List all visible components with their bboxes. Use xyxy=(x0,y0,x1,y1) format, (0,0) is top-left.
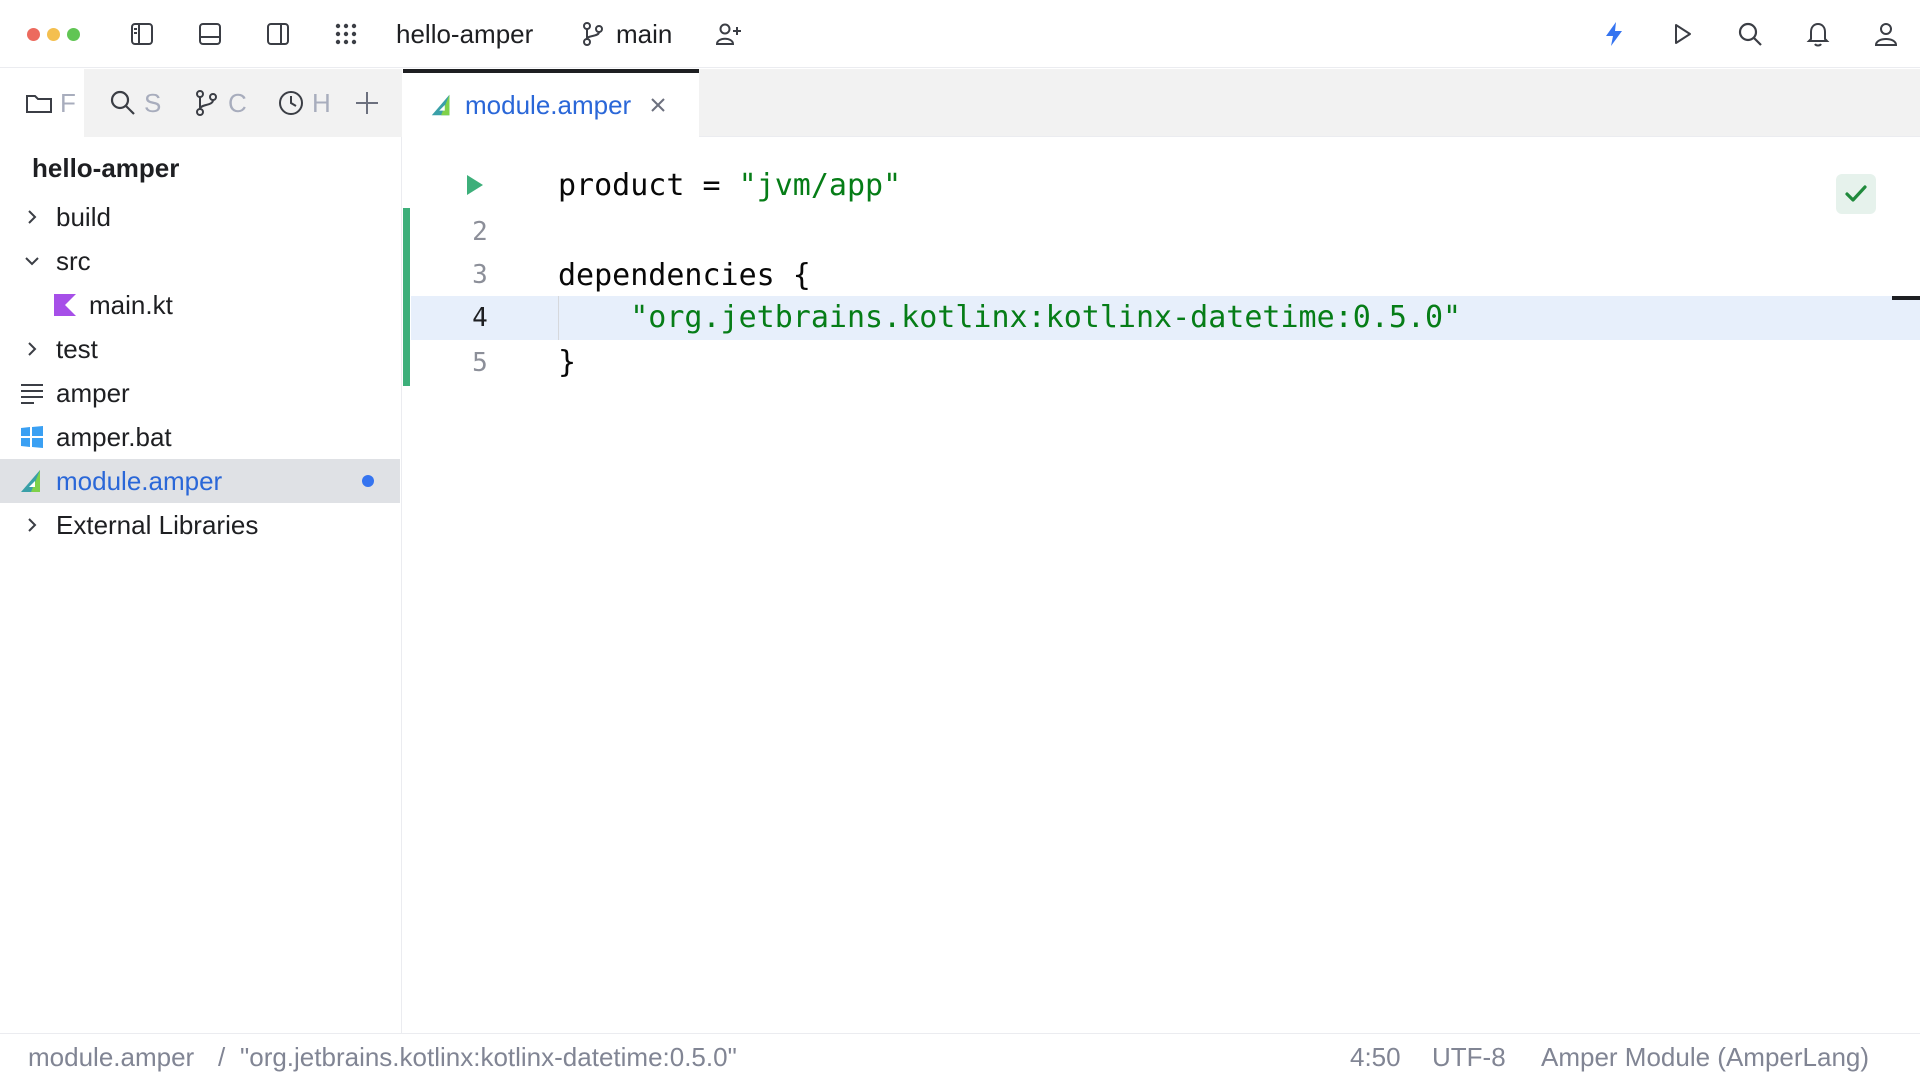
tree-item-label: build xyxy=(56,201,111,232)
code-line-3[interactable]: dependencies { xyxy=(558,254,811,298)
tree-item-label: test xyxy=(56,333,98,364)
tool-window-tabs: F S C H xyxy=(0,69,402,137)
tool-tab-label: H xyxy=(312,87,331,118)
code-string: "jvm/app" xyxy=(738,168,902,203)
window-close-button[interactable] xyxy=(27,28,40,41)
tool-tab-project[interactable]: F xyxy=(24,86,78,120)
modified-indicator-dot xyxy=(362,475,374,487)
code-line-1[interactable]: product = "jvm/app" xyxy=(558,164,901,208)
window-minimize-button[interactable] xyxy=(47,28,60,41)
toggle-right-panel-icon[interactable] xyxy=(260,16,296,52)
project-name[interactable]: hello-amper xyxy=(396,18,533,50)
amper-file-icon xyxy=(21,470,40,492)
breadcrumb-separator: / xyxy=(218,1042,226,1072)
code-key: product = xyxy=(558,168,739,203)
editor-tab-bar: module.amper xyxy=(403,69,1920,137)
git-branch-icon xyxy=(196,90,217,116)
tree-item-build[interactable]: build xyxy=(0,195,400,239)
chevron-right-icon[interactable] xyxy=(21,206,43,228)
file-type[interactable]: Amper Module (AmperLang) xyxy=(1541,1042,1869,1072)
tree-item-module-amper[interactable]: module.amper xyxy=(0,459,400,503)
tool-tab-search[interactable]: S xyxy=(108,86,164,120)
run-gutter-icon[interactable] xyxy=(459,170,489,200)
tree-item-main-kt[interactable]: main.kt xyxy=(0,283,400,327)
tool-tab-history[interactable]: H xyxy=(276,86,332,120)
folder-icon xyxy=(26,95,52,113)
editor-tab-label: module.amper xyxy=(465,89,632,120)
run-icon[interactable] xyxy=(1664,16,1700,52)
line-number: 3 xyxy=(472,260,488,290)
tree-item-label: amper.bat xyxy=(56,421,172,452)
tree-item-label: External Libraries xyxy=(56,509,259,540)
tree-item-label: amper xyxy=(56,377,130,408)
tree-item-src[interactable]: src xyxy=(0,239,400,283)
toggle-bottom-panel-icon[interactable] xyxy=(192,16,228,52)
chevron-right-icon[interactable] xyxy=(21,338,43,360)
branch-name[interactable]: main xyxy=(616,18,672,50)
tree-item-label: src xyxy=(56,245,91,276)
tree-item-external-libraries[interactable]: External Libraries xyxy=(0,503,400,547)
text-file-icon xyxy=(21,384,43,404)
notifications-bell-icon[interactable] xyxy=(1800,16,1836,52)
caret-position[interactable]: 4:50 xyxy=(1350,1042,1401,1072)
search-icon xyxy=(110,90,135,115)
clock-icon xyxy=(279,91,303,115)
git-branch-icon xyxy=(575,16,611,52)
windows-file-icon xyxy=(21,426,43,448)
kotlin-file-icon xyxy=(54,294,76,316)
add-tool-tab-button[interactable] xyxy=(352,86,386,120)
tree-item-amper-bat[interactable]: amper.bat xyxy=(0,415,400,459)
apps-grid-icon[interactable] xyxy=(328,16,364,52)
code-line-4[interactable]: "org.jetbrains.kotlinx:kotlinx-datetime:… xyxy=(558,296,1461,340)
vcs-change-marker[interactable] xyxy=(403,208,410,386)
tool-tab-label: S xyxy=(144,87,162,118)
editor-tab-module-amper[interactable]: module.amper xyxy=(403,69,699,137)
close-icon[interactable] xyxy=(647,94,669,116)
project-tree: hello-amper build src main.kt test amper… xyxy=(0,137,402,1033)
window-maximize-button[interactable] xyxy=(67,28,80,41)
add-collaborator-icon[interactable] xyxy=(710,16,746,52)
file-encoding[interactable]: UTF-8 xyxy=(1432,1042,1506,1072)
title-bar: hello-amper main xyxy=(0,0,1920,68)
code-string: "org.jetbrains.kotlinx:kotlinx-datetime:… xyxy=(630,300,1462,335)
amper-file-icon xyxy=(431,94,450,116)
plus-icon xyxy=(356,92,378,114)
tree-item-test[interactable]: test xyxy=(0,327,400,371)
tree-item-label: main.kt xyxy=(89,289,173,320)
code-editor[interactable]: 2 3 4 5 product = "jvm/app" dependencies… xyxy=(403,138,1920,1033)
tree-item-amper[interactable]: amper xyxy=(0,371,400,415)
tool-tab-commit[interactable]: C xyxy=(192,86,248,120)
toggle-left-panel-icon[interactable] xyxy=(124,16,160,52)
line-number: 5 xyxy=(472,348,488,378)
check-icon xyxy=(1845,185,1867,202)
project-root-label[interactable]: hello-amper xyxy=(32,151,179,185)
breadcrumb-item[interactable]: "org.jetbrains.kotlinx:kotlinx-datetime:… xyxy=(240,1042,737,1072)
line-number: 4 xyxy=(472,303,488,333)
line-number: 2 xyxy=(472,217,488,247)
breadcrumb-file[interactable]: module.amper xyxy=(28,1042,194,1072)
search-everywhere-icon[interactable] xyxy=(1732,16,1768,52)
chevron-down-icon[interactable] xyxy=(21,250,43,272)
inspection-status-widget[interactable] xyxy=(1836,174,1876,214)
tool-tab-label: F xyxy=(60,87,76,118)
tool-tab-label: C xyxy=(228,87,247,118)
status-bar: module.amper / "org.jetbrains.kotlinx:ko… xyxy=(0,1033,1920,1080)
code-line-5[interactable]: } xyxy=(558,341,576,385)
scrollbar-caret-marker[interactable] xyxy=(1892,296,1920,300)
account-user-icon[interactable] xyxy=(1868,16,1904,52)
chevron-right-icon[interactable] xyxy=(21,514,43,536)
tree-item-label: module.amper xyxy=(56,465,223,496)
ai-assistant-bolt-icon[interactable] xyxy=(1596,16,1632,52)
